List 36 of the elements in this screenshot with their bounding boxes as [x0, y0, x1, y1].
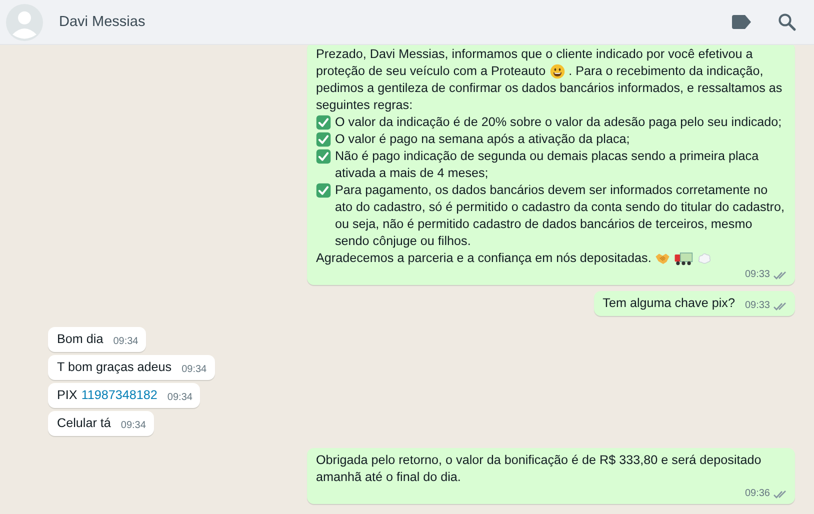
- message-text: Celular tá: [57, 415, 111, 432]
- check-mark-icon: [316, 132, 331, 147]
- grinning-face-icon: [550, 64, 565, 79]
- message-time: 09:34: [120, 419, 146, 433]
- message-text: Para pagamento, os dados bancários devem ser informados corretamente no ato do cadastro, só é permitido o cadastro da conta sendo do titular do cadastro, ou seja, não é permitido cadastro de dados bancários de terceiros, mesmo sendo cônjuge ou filhos.: [335, 182, 786, 250]
- message-text: O valor da indicação é de 20% sobre o valor da adesão paga pelo seu indicado;: [335, 114, 782, 131]
- message-time: 09:33: [744, 299, 770, 313]
- check-mark-icon: [316, 183, 331, 198]
- message-text: O valor é pago na semana após a ativação da placa;: [335, 131, 630, 148]
- message-time: 09:34: [182, 363, 207, 377]
- message-text: Prezado, Davi Messias, informamos que o cliente indicado por você efetivou a: [316, 46, 753, 63]
- message-text: pedimos a gentileza de confirmar os dados bancários informados, e ressaltamos as seguintes regras:: [316, 80, 784, 114]
- message-time: 09:36: [744, 487, 770, 501]
- message-text: Tem alguma chave pix?: [602, 295, 735, 312]
- message-time: 09:34: [113, 335, 138, 349]
- message-text: PIX: [57, 387, 78, 404]
- message-text: Agradecemos a parceria e a confiança em nós depositadas.: [316, 250, 652, 267]
- message-time: 09:33: [744, 268, 770, 282]
- check-mark-icon: [316, 149, 331, 164]
- check-mark-icon: [316, 115, 331, 130]
- message-text: . Para o recebimento da indicação,: [568, 63, 764, 80]
- double-check-icon: [773, 270, 787, 280]
- message-text: Não é pago indicação de segunda ou demais placas sendo a primeira placa ativada a mais de 4 meses;: [335, 148, 760, 182]
- message-text: T bom graças adeus: [57, 359, 172, 376]
- message-text: Obrigada pelo retorno, o valor da bonificação é de R$ 333,80 e será depositado amanhã até o final do dia.: [316, 452, 762, 486]
- message-text: proteção de seu veículo com a Proteauto: [316, 63, 546, 80]
- truck-icon: [674, 251, 694, 266]
- handshake-icon: [655, 251, 670, 266]
- double-check-icon: [773, 302, 787, 310]
- label-icon[interactable]: [732, 15, 751, 29]
- phone-link[interactable]: 11987348182: [81, 387, 158, 404]
- cloud-icon: [697, 251, 712, 266]
- search-icon[interactable]: [778, 13, 796, 31]
- message-text: Bom dia: [57, 331, 104, 348]
- message-time: 09:34: [167, 391, 192, 405]
- double-check-icon: [773, 490, 787, 498]
